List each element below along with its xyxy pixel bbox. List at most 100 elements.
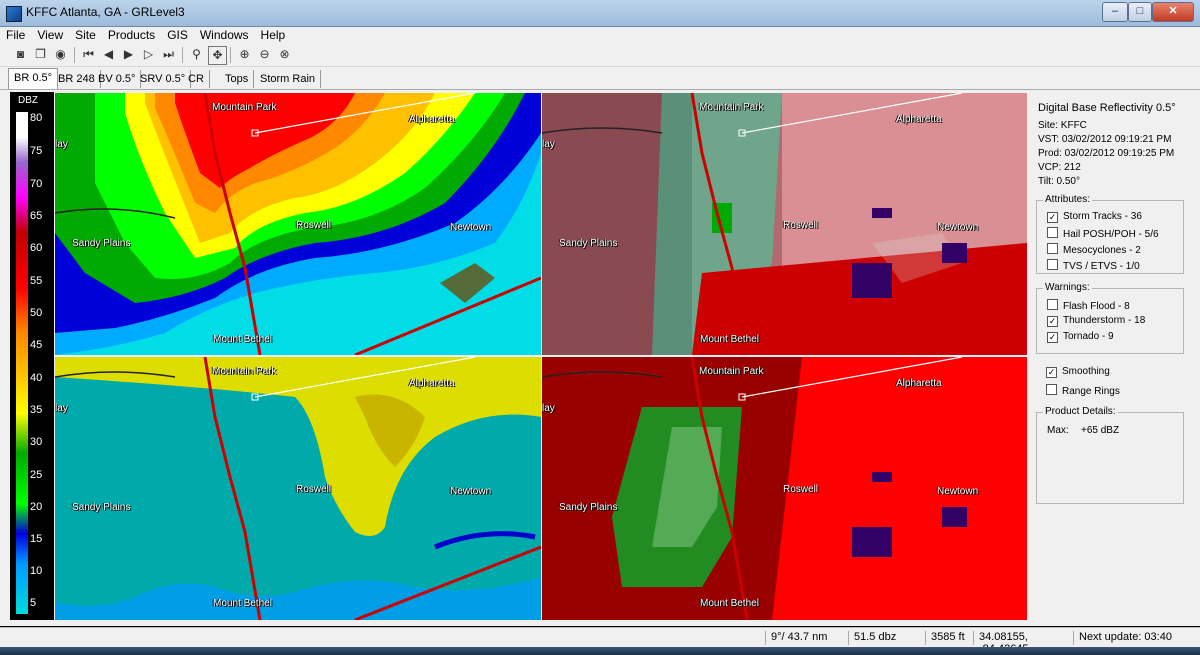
checkbox-box[interactable]: [1046, 384, 1057, 395]
tab-cr[interactable]: CR: [183, 70, 210, 88]
prod-info: Prod: 03/02/2012 09:19:25 PM: [1038, 148, 1175, 159]
pan-icon[interactable]: ✥: [208, 46, 227, 65]
step-forward-icon[interactable]: ▷: [140, 46, 157, 63]
menu-view[interactable]: View: [31, 27, 69, 42]
tab-storm-rain[interactable]: Storm Rain: [255, 70, 322, 88]
radar-panel-velocity[interactable]: Mountain Park Alpharetta Roswell Newtown…: [542, 93, 1027, 355]
app-icon: [6, 6, 22, 22]
vst-info: VST: 03/02/2012 09:19:21 PM: [1038, 134, 1172, 145]
checkbox-box[interactable]: ✓: [1046, 367, 1057, 378]
checkbox-box[interactable]: ✓: [1047, 332, 1058, 343]
checkbox-label: Smoothing: [1062, 366, 1110, 377]
zoom-reset-icon[interactable]: ⊗: [276, 46, 293, 63]
map-label-newtown: Newtown: [450, 222, 492, 233]
map-label-partial: lay: [542, 403, 555, 414]
tab-br-0-5[interactable]: BR 0.5°: [8, 68, 59, 89]
step-back-icon[interactable]: ◀: [100, 46, 117, 63]
warnings-title: Warnings:: [1043, 282, 1092, 293]
status-bar: 9°/ 43.7 nm 51.5 dbz 3585 ft 34.08155, -…: [0, 627, 1200, 655]
checkbox-box[interactable]: ✓: [1047, 316, 1058, 327]
scale-tick: 60: [30, 242, 43, 254]
map-label-alpharetta: Alpharetta: [896, 378, 942, 389]
checkbox-label: Range Rings: [1062, 386, 1120, 397]
play-icon[interactable]: ▶: [120, 46, 137, 63]
menu-windows[interactable]: Windows: [194, 27, 255, 42]
menu-bar: File View Site Products GIS Windows Help: [0, 27, 1200, 44]
menu-file[interactable]: File: [0, 27, 31, 42]
scale-tick: 5: [30, 597, 37, 609]
status-next-update: Next update: 03:40: [1073, 631, 1189, 645]
scale-tick: 45: [30, 339, 43, 351]
map-label-newtown: Newtown: [937, 222, 979, 233]
checkbox-label: Mesocyclones - 2: [1063, 245, 1141, 256]
tab-tops[interactable]: Tops: [220, 70, 255, 88]
scale-tick: 25: [30, 469, 43, 481]
checkbox-range-rings[interactable]: Range Rings: [1046, 384, 1120, 397]
checkbox-box[interactable]: [1047, 243, 1058, 254]
close-button[interactable]: ✕: [1152, 2, 1194, 22]
record-icon[interactable]: ◉: [52, 46, 69, 63]
scale-tick: 80: [30, 112, 43, 124]
checkbox-box[interactable]: [1047, 227, 1058, 238]
checkbox-label: Hail POSH/POH - 5/6: [1063, 229, 1159, 240]
magnify-icon[interactable]: ⚲: [188, 46, 205, 63]
title-bar: KFFC Atlanta, GA - GRLevel3 – □ ✕: [0, 0, 1200, 27]
menu-site[interactable]: Site: [69, 27, 102, 42]
attributes-title: Attributes:: [1043, 194, 1093, 205]
checkbox-box[interactable]: ✓: [1047, 212, 1058, 223]
vcp-info: VCP: 212: [1038, 162, 1081, 173]
map-label-roswell: Roswell: [783, 220, 819, 231]
map-label-mountain-park: Mountain Park: [699, 102, 764, 113]
checkbox-label: Flash Flood - 8: [1063, 301, 1130, 312]
checkbox-box[interactable]: [1047, 299, 1058, 310]
scale-tick: 40: [30, 372, 43, 384]
checkbox-thunderstorm[interactable]: ✓ Thunderstorm - 18: [1047, 315, 1145, 327]
checkbox-box[interactable]: [1047, 259, 1058, 270]
map-label-newtown: Newtown: [937, 486, 979, 497]
checkbox-flash-flood[interactable]: Flash Flood - 8: [1047, 299, 1130, 312]
map-label-mountain-park: Mountain Park: [212, 366, 277, 377]
radar-panel-srv[interactable]: Mountain Park Alpharetta Roswell Newtown…: [542, 357, 1027, 620]
radar-panel-br-248[interactable]: Mountain Park Alpharetta Roswell Newtown…: [55, 357, 541, 620]
checkbox-hail[interactable]: Hail POSH/POH - 5/6: [1047, 227, 1159, 240]
checkbox-smoothing[interactable]: ✓ Smoothing: [1046, 366, 1110, 378]
map-label-newtown: Newtown: [450, 486, 492, 497]
map-label-partial: lay: [55, 139, 68, 150]
os-taskbar: [0, 647, 1200, 655]
scale-tick: 70: [30, 178, 43, 190]
checkbox-tvs[interactable]: TVS / ETVS - 1/0: [1047, 259, 1140, 272]
menu-help[interactable]: Help: [255, 27, 292, 42]
map-label-roswell: Roswell: [296, 484, 332, 495]
save-icon[interactable]: ◙: [12, 46, 29, 63]
max-label: Max:: [1047, 425, 1069, 436]
copy-icon[interactable]: ❐: [32, 46, 49, 63]
checkbox-mesocyclones[interactable]: Mesocyclones - 2: [1047, 243, 1141, 256]
map-label-alpharetta: Alpharetta: [409, 378, 455, 389]
site-info: Site: KFFC: [1038, 120, 1087, 131]
zoom-in-icon[interactable]: ⊕: [236, 46, 253, 63]
warnings-group: Warnings: Flash Flood - 8 ✓ Thunderstorm …: [1036, 282, 1184, 354]
checkbox-storm-tracks[interactable]: ✓ Storm Tracks - 36: [1047, 211, 1142, 223]
info-panel: Digital Base Reflectivity 0.5° Site: KFF…: [1030, 92, 1188, 622]
minimize-button[interactable]: –: [1102, 2, 1128, 22]
scale-tick: 35: [30, 404, 43, 416]
last-frame-icon[interactable]: ⏭: [160, 46, 177, 63]
menu-gis[interactable]: GIS: [161, 27, 194, 42]
map-label-mount-bethel: Mount Bethel: [700, 598, 759, 609]
product-tabs: BR 0.5° BR 248 BV 0.5° SRV 0.5° CR Tops …: [0, 67, 1200, 90]
status-coords: 34.08155, -84.42645: [973, 631, 1075, 655]
attributes-group: Attributes: ✓ Storm Tracks - 36 Hail POSH…: [1036, 194, 1184, 274]
zoom-out-icon[interactable]: ⊖: [256, 46, 273, 63]
maximize-button[interactable]: □: [1128, 2, 1152, 22]
menu-products[interactable]: Products: [102, 27, 161, 42]
radar-panel-reflectivity[interactable]: Mountain Park Alpharetta Roswell Newtown…: [55, 93, 541, 355]
map-label-alpharetta: Alpharetta: [896, 114, 942, 125]
checkbox-tornado[interactable]: ✓ Tornado - 9: [1047, 331, 1114, 343]
first-frame-icon[interactable]: ⏮: [80, 46, 97, 63]
checkbox-label: Storm Tracks - 36: [1063, 211, 1142, 222]
scale-tick: 15: [30, 533, 43, 545]
scale-tick: 55: [30, 275, 43, 287]
scale-tick: 20: [30, 501, 43, 513]
checkbox-label: TVS / ETVS - 1/0: [1063, 261, 1140, 272]
window-title: KFFC Atlanta, GA - GRLevel3: [26, 5, 185, 19]
